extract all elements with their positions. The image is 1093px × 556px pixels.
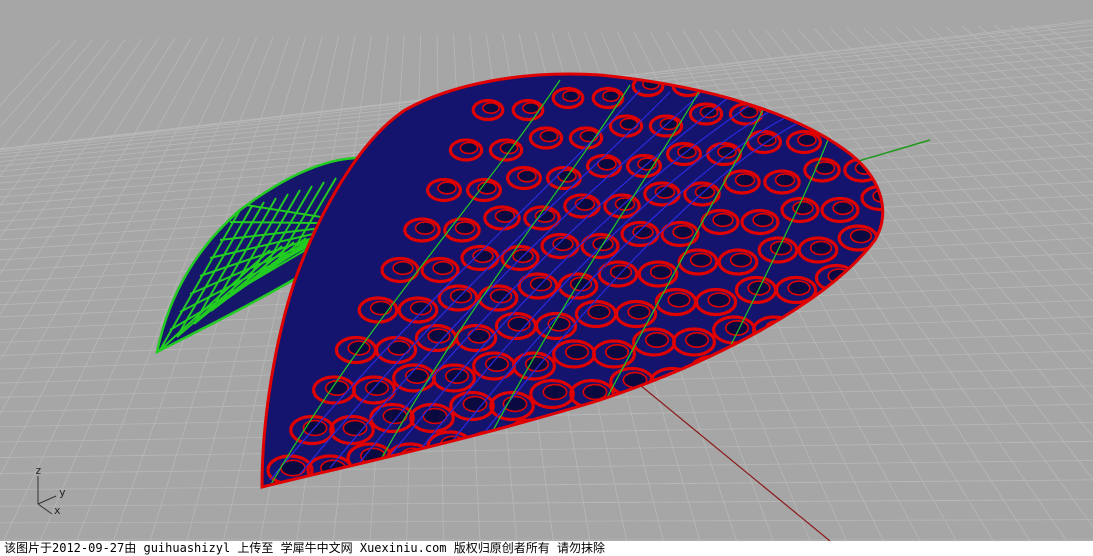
- axis-label-z: z: [35, 464, 42, 477]
- x-axis-line: [639, 384, 831, 541]
- watermark-caption: 该图片于2012-09-27由 guihuashizyl 上传至 学犀牛中文网 …: [0, 541, 1093, 556]
- rhino-perspective-viewport[interactable]: z y x: [0, 0, 1093, 541]
- axis-orientation-widget: z y x: [28, 464, 76, 524]
- axis-label-x: x: [54, 504, 61, 517]
- axis-label-y: y: [59, 486, 66, 499]
- model-scene: [0, 19, 1093, 541]
